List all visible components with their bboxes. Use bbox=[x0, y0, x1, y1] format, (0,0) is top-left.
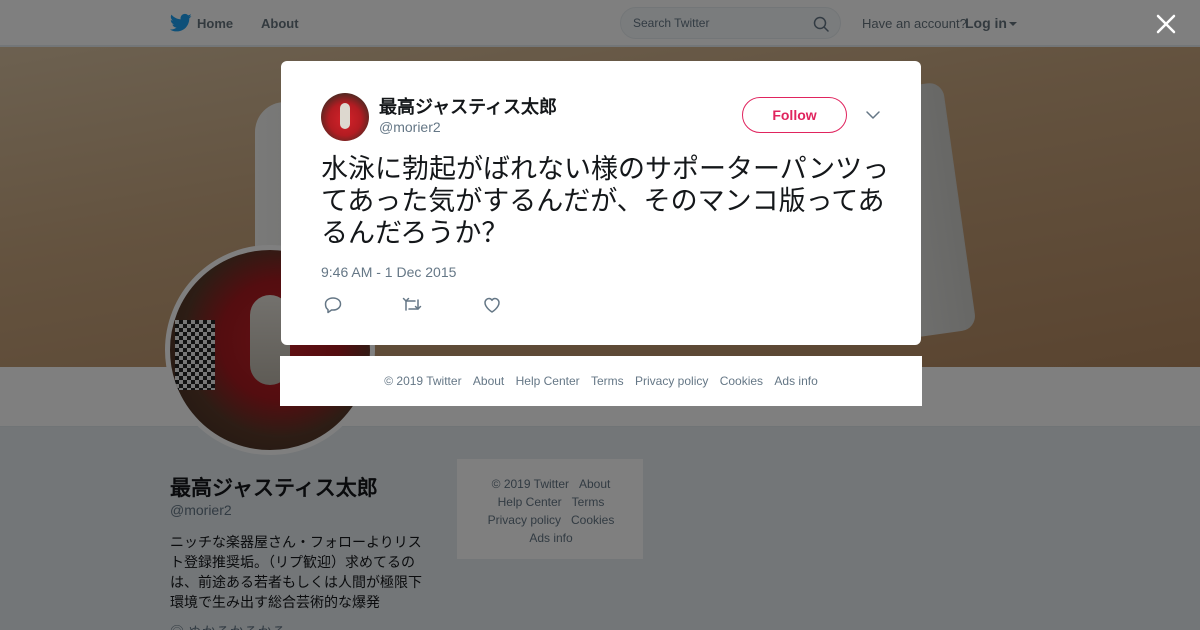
heart-icon[interactable] bbox=[482, 296, 502, 314]
follow-button[interactable]: Follow bbox=[742, 97, 847, 133]
reply-icon[interactable] bbox=[323, 296, 343, 314]
footer-link-privacy[interactable]: Privacy policy bbox=[635, 374, 708, 388]
footer-link-ads-info[interactable]: Ads info bbox=[774, 374, 817, 388]
tweet-author-name[interactable]: 最高ジャスティス太郎 bbox=[379, 93, 557, 119]
tweet-text: 水泳に勃起がばれない様のサポーターパンツってあった気がするんだが、そのマンコ版っ… bbox=[321, 154, 890, 248]
footer-link-help-center[interactable]: Help Center bbox=[516, 374, 580, 388]
chevron-down-icon[interactable] bbox=[865, 107, 881, 123]
footer-link-cookies[interactable]: Cookies bbox=[720, 374, 763, 388]
tweet-timestamp[interactable]: 9:46 AM - 1 Dec 2015 bbox=[321, 264, 456, 280]
footer-copyright: © 2019 Twitter bbox=[384, 374, 462, 388]
modal-footer: © 2019 Twitter About Help Center Terms P… bbox=[280, 356, 922, 406]
close-icon[interactable] bbox=[1154, 12, 1178, 36]
modal-footer-links: © 2019 Twitter About Help Center Terms P… bbox=[280, 374, 922, 388]
tweet-author-avatar[interactable] bbox=[321, 93, 369, 141]
tweet-modal: 最高ジャスティス太郎 @morier2 Follow 水泳に勃起がばれない様のサ… bbox=[281, 61, 921, 345]
tweet-author-handle[interactable]: @morier2 bbox=[379, 119, 441, 135]
retweet-icon[interactable] bbox=[402, 296, 422, 314]
avatar-detail bbox=[340, 103, 350, 129]
footer-link-about[interactable]: About bbox=[473, 374, 504, 388]
footer-link-terms[interactable]: Terms bbox=[591, 374, 624, 388]
